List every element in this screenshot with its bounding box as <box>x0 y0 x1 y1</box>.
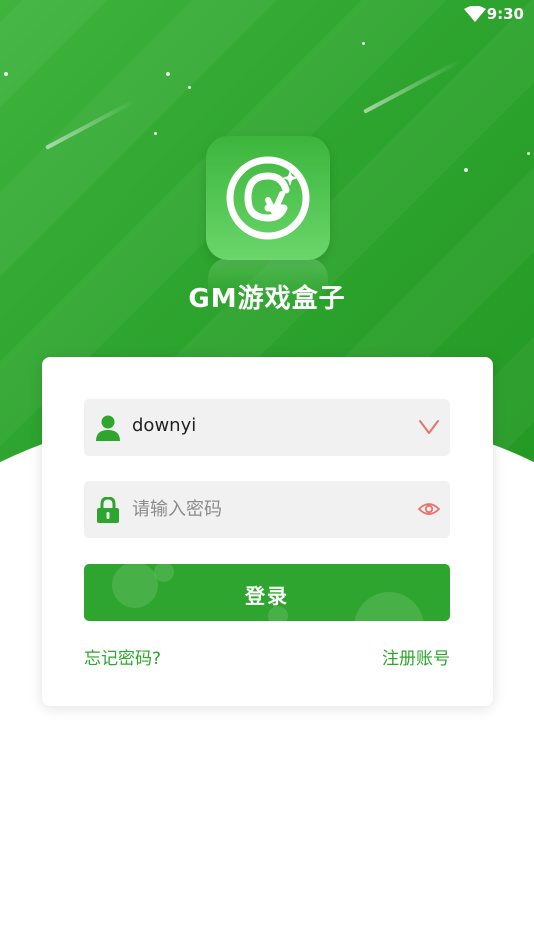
lock-icon <box>97 497 119 523</box>
star-decoration <box>4 72 8 76</box>
username-value[interactable]: downyi <box>132 415 196 436</box>
star-decoration <box>464 168 468 172</box>
login-card: downyi 登录 忘记密码? 注册账号 <box>42 357 493 706</box>
wifi-icon <box>464 6 486 22</box>
star-decoration <box>188 86 191 89</box>
star-decoration <box>527 152 530 155</box>
login-button-label: 登录 <box>245 584 289 608</box>
username-field[interactable]: downyi <box>84 399 450 456</box>
gm-logo-icon <box>206 136 330 260</box>
register-link[interactable]: 注册账号 <box>382 644 450 669</box>
shooting-star-decoration <box>45 99 136 150</box>
login-button[interactable]: 登录 <box>84 564 450 621</box>
forgot-password-link[interactable]: 忘记密码? <box>84 644 161 669</box>
password-field[interactable] <box>84 481 450 538</box>
app-title: GM游戏盒子 <box>188 284 346 314</box>
eye-icon[interactable] <box>418 499 440 519</box>
user-icon <box>96 415 120 441</box>
chevron-down-icon[interactable] <box>418 417 440 437</box>
status-time: 9:30 <box>486 5 524 23</box>
status-bar: 9:30 <box>0 0 534 30</box>
star-decoration <box>154 132 157 135</box>
shooting-star-decoration <box>363 58 463 114</box>
star-decoration <box>362 42 365 45</box>
star-decoration <box>166 72 170 76</box>
password-input[interactable] <box>132 493 402 525</box>
